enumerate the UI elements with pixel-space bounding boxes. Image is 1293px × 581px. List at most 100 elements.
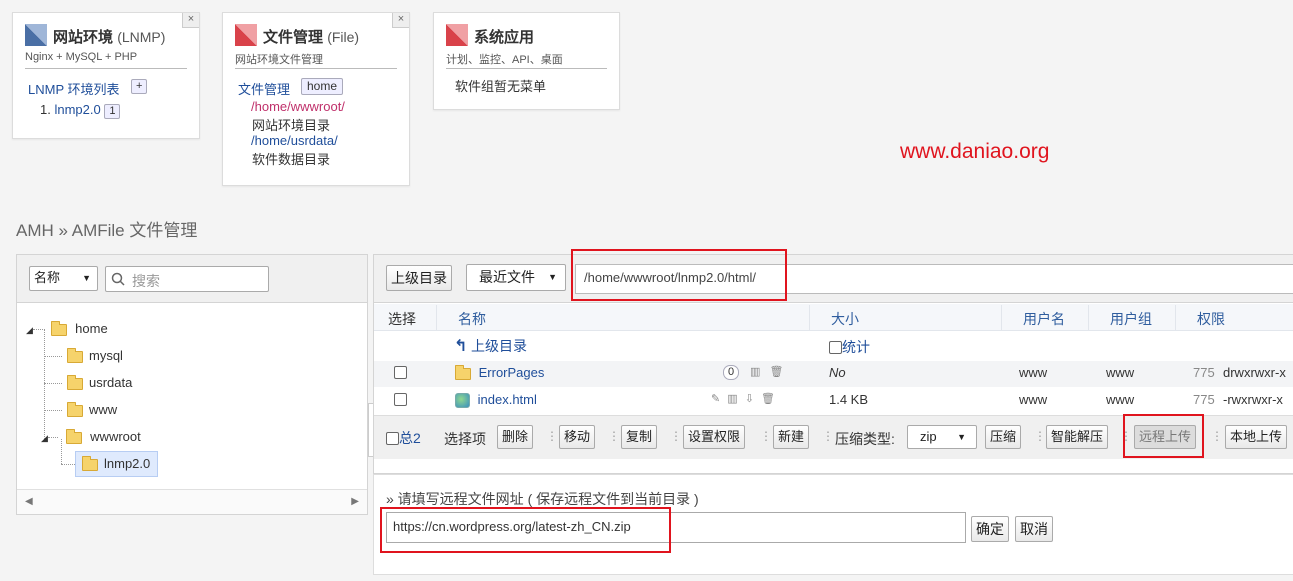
highlight-remote-url: [380, 507, 671, 553]
row-perm-num: 775: [1193, 365, 1215, 380]
recent-files-select[interactable]: 最近文件 ▼: [466, 264, 566, 291]
item-count-badge: 1: [104, 104, 121, 119]
add-lnmp-button[interactable]: +: [131, 79, 148, 94]
trash-icon[interactable]: 🗑: [769, 366, 783, 378]
folder-icon: [455, 364, 471, 380]
col-divider: [1001, 305, 1002, 330]
trash-icon[interactable]: 🗑: [761, 393, 775, 405]
row-perm: -rwxrwxr-x: [1223, 392, 1283, 407]
row-user: www: [1019, 365, 1048, 380]
set-permission-button[interactable]: 设置权限: [683, 425, 746, 449]
col-size[interactable]: 大小: [831, 309, 859, 329]
edit-icon[interactable]: ✎: [711, 393, 720, 405]
chart-icon[interactable]: ▥: [750, 366, 760, 378]
lnmp-item[interactable]: 1. lnmp2.0 1: [40, 102, 121, 119]
separator: ⋮: [1211, 429, 1223, 443]
col-group[interactable]: 用户组: [1110, 309, 1152, 329]
col-user[interactable]: 用户名: [1023, 309, 1065, 329]
close-icon[interactable]: ×: [392, 13, 409, 28]
sort-select[interactable]: 名称 ▼: [29, 266, 98, 291]
collapse-toggle-icon[interactable]: ◢: [26, 325, 33, 335]
compress-type-select[interactable]: zip ▼: [907, 425, 977, 449]
chevron-down-icon: ▼: [82, 273, 91, 283]
separator: ⋮: [546, 429, 558, 443]
card-title: 系统应用: [474, 29, 535, 46]
lnmp-list-link[interactable]: LNMP 环境列表: [28, 79, 120, 98]
new-button[interactable]: 新建: [773, 425, 810, 449]
tree-item-home[interactable]: ◢ home: [26, 320, 108, 336]
delete-button[interactable]: 删除: [497, 425, 534, 449]
highlight-path: [571, 249, 787, 301]
tree-item-mysql[interactable]: mysql: [67, 347, 123, 363]
highlight-remote-upload: [1123, 414, 1204, 458]
col-name[interactable]: 名称: [458, 309, 486, 329]
chevron-down-icon: ▼: [957, 432, 966, 442]
tree-item-usrdata[interactable]: usrdata: [67, 374, 132, 390]
item-name[interactable]: lnmp2.0: [54, 102, 100, 117]
home-tag[interactable]: home: [301, 78, 344, 95]
divider: [25, 68, 187, 69]
select-all-toggle[interactable]: 总2: [386, 428, 421, 448]
card-subtitle: 计划、监控、API、桌面: [446, 54, 563, 66]
tree-connector: [44, 356, 62, 357]
separator: ⋮: [608, 429, 620, 443]
horizontal-scrollbar[interactable]: ◀ ▶: [17, 489, 367, 514]
divider: [235, 68, 397, 69]
confirm-button[interactable]: 确定: [971, 516, 1009, 542]
item-count-badge: 0: [723, 365, 740, 380]
collapse-toggle-icon[interactable]: ◢: [41, 433, 48, 443]
path-usrdata-link[interactable]: /home/usrdata/: [251, 133, 338, 148]
smart-unzip-button[interactable]: 智能解压: [1046, 425, 1109, 449]
row-perm: drwxrwxr-x: [1223, 365, 1286, 380]
card-title: 文件管理 (File): [263, 29, 360, 46]
compress-button[interactable]: 压缩: [985, 425, 1022, 449]
download-icon[interactable]: ⇩: [745, 393, 754, 405]
item-index: 1.: [40, 102, 51, 117]
separator: ⋮: [670, 429, 682, 443]
select-all-checkbox[interactable]: [386, 432, 399, 445]
copy-button[interactable]: 复制: [621, 425, 658, 449]
divider: [446, 68, 607, 69]
search-input[interactable]: 搜索: [105, 266, 269, 292]
compress-type-label: 压缩类型:: [835, 431, 895, 447]
path-usrdata-desc: 软件数据目录: [252, 152, 331, 167]
lnmp-icon: [25, 24, 47, 46]
scroll-right-icon[interactable]: ▶: [351, 496, 359, 507]
col-divider: [809, 305, 810, 330]
card-subtitle: Nginx + MySQL + PHP: [25, 51, 138, 63]
row-checkbox[interactable]: [394, 366, 407, 379]
tree-connector: [44, 383, 62, 384]
close-icon[interactable]: ×: [182, 13, 199, 28]
parent-dir-row[interactable]: ↰ 上级目录: [454, 336, 527, 356]
cancel-button[interactable]: 取消: [1015, 516, 1053, 542]
file-manage-link[interactable]: 文件管理: [238, 79, 290, 98]
path-wwwroot-desc: 网站环境目录: [252, 118, 331, 133]
scroll-left-icon[interactable]: ◀: [25, 496, 33, 507]
tree-panel: 名称 ▼ 搜索 ◢ home mysql usrdata www ◢ wwwroo…: [16, 254, 368, 515]
chart-icon[interactable]: ▥: [727, 393, 737, 405]
row-action-icons[interactable]: ▥ 🗑: [750, 365, 783, 378]
tree-item-www[interactable]: www: [67, 401, 117, 417]
card-title: 网站环境 (LNMP): [53, 29, 166, 46]
stats-checkbox[interactable]: [829, 341, 842, 354]
separator: ⋮: [760, 429, 772, 443]
tree-item-wwwroot[interactable]: ◢ wwwroot: [41, 428, 141, 444]
row-group: www: [1106, 392, 1135, 407]
tree-item-lnmp2[interactable]: lnmp2.0: [75, 451, 158, 477]
row-name[interactable]: index.html: [455, 392, 537, 409]
row-checkbox[interactable]: [394, 393, 407, 406]
row-action-icons[interactable]: ✎ ▥ ⇩ 🗑: [711, 392, 775, 405]
local-upload-button[interactable]: 本地上传: [1225, 425, 1288, 449]
parent-dir-button[interactable]: 上级目录: [386, 265, 452, 291]
move-button[interactable]: 移动: [559, 425, 596, 449]
path-wwwroot-link[interactable]: /home/wwwroot/: [251, 99, 345, 114]
lnmp-card: × 网站环境 (LNMP) Nginx + MySQL + PHP LNMP 环…: [12, 12, 200, 139]
col-divider: [1175, 305, 1176, 330]
row-size: 1.4 KB: [829, 392, 869, 407]
row-name[interactable]: ErrorPages: [455, 364, 544, 380]
col-perm[interactable]: 权限: [1197, 309, 1225, 329]
folder-icon: [50, 320, 67, 336]
empty-menu-text: 软件组暂无菜单: [455, 79, 547, 94]
sys-card: 系统应用 计划、监控、API、桌面 软件组暂无菜单: [433, 12, 620, 110]
stats-toggle[interactable]: 统计: [829, 337, 870, 357]
